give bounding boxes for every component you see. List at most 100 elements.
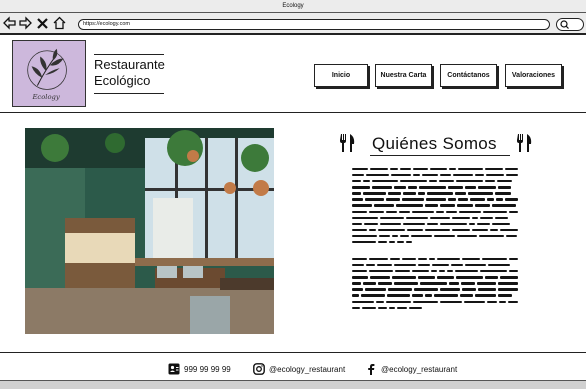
placeholder-word bbox=[352, 228, 367, 232]
placeholder-paragraph bbox=[352, 256, 520, 311]
placeholder-word bbox=[508, 300, 518, 303]
facebook-contact[interactable]: @ecology_restaurant bbox=[365, 363, 457, 375]
placeholder-word bbox=[378, 240, 387, 244]
placeholder-word bbox=[500, 228, 518, 232]
brand-name-line1: Restaurante bbox=[94, 57, 165, 72]
phone-number: 999 99 99 99 bbox=[184, 364, 231, 374]
placeholder-word bbox=[392, 234, 398, 238]
nav-inicio-button[interactable]: Inicio bbox=[314, 64, 368, 87]
placeholder-word bbox=[440, 204, 455, 207]
home-icon[interactable] bbox=[53, 16, 66, 30]
placeholder-word bbox=[390, 167, 398, 171]
placeholder-word bbox=[440, 222, 467, 226]
placeholder-word bbox=[436, 210, 444, 213]
placeholder-word bbox=[412, 294, 423, 297]
site-logo[interactable]: Ecology bbox=[12, 40, 86, 107]
placeholder-word bbox=[352, 210, 367, 213]
placeholder-word bbox=[394, 263, 416, 267]
placeholder-word bbox=[352, 192, 361, 195]
placeholder-word bbox=[377, 263, 392, 267]
placeholder-word bbox=[440, 288, 460, 291]
placeholder-word bbox=[409, 306, 422, 309]
placeholder-word bbox=[352, 306, 360, 309]
placeholder-word bbox=[408, 186, 417, 189]
svg-text:Ecology: Ecology bbox=[31, 93, 59, 101]
placeholder-word bbox=[352, 240, 376, 244]
placeholder-word bbox=[386, 210, 397, 213]
cutlery-icon bbox=[336, 132, 358, 154]
facebook-icon bbox=[368, 364, 375, 375]
placeholder-word bbox=[422, 173, 438, 177]
placeholder-word bbox=[426, 198, 446, 201]
instagram-icon bbox=[253, 363, 265, 375]
placeholder-word bbox=[480, 270, 507, 273]
placeholder-word bbox=[370, 276, 390, 279]
instagram-handle: @ecology_restaurant bbox=[269, 364, 346, 374]
contact-card-icon bbox=[168, 363, 180, 375]
placeholder-word bbox=[418, 276, 435, 279]
nav-contactanos-button[interactable]: Contáctanos bbox=[440, 64, 497, 87]
placeholder-word bbox=[459, 210, 481, 213]
placeholder-word bbox=[482, 257, 507, 261]
placeholder-text-line bbox=[352, 305, 520, 311]
browser-toolbar: https://ecology.com bbox=[0, 13, 586, 35]
placeholder-word bbox=[458, 198, 468, 201]
placeholder-word bbox=[480, 216, 493, 219]
placeholder-word bbox=[363, 282, 376, 285]
brand-name-line2: Ecológico bbox=[94, 73, 151, 88]
phone-contact: 999 99 99 99 bbox=[168, 363, 231, 375]
placeholder-word bbox=[420, 282, 447, 285]
placeholder-word bbox=[457, 204, 473, 207]
forward-arrow-icon[interactable] bbox=[19, 16, 32, 30]
placeholder-word bbox=[366, 263, 375, 267]
placeholder-word bbox=[472, 228, 488, 232]
placeholder-word bbox=[352, 257, 367, 261]
section-title-underline bbox=[370, 155, 510, 156]
placeholder-word bbox=[509, 257, 518, 261]
placeholder-word bbox=[378, 228, 405, 232]
placeholder-word bbox=[449, 282, 459, 285]
placeholder-word bbox=[475, 204, 490, 207]
placeholder-word bbox=[497, 180, 512, 183]
close-icon[interactable] bbox=[36, 16, 49, 30]
url-bar[interactable]: https://ecology.com bbox=[78, 19, 550, 30]
placeholder-word bbox=[352, 167, 368, 171]
placeholder-word bbox=[352, 204, 372, 207]
nav-nuestra-carta-button[interactable]: Nuestra Carta bbox=[375, 64, 432, 87]
browser-search-field[interactable] bbox=[556, 18, 584, 31]
placeholder-word bbox=[492, 204, 516, 207]
placeholder-word bbox=[448, 186, 463, 189]
instagram-contact[interactable]: @ecology_restaurant bbox=[253, 363, 345, 375]
cutlery-icon bbox=[513, 132, 535, 154]
placeholder-word bbox=[389, 306, 395, 309]
placeholder-word bbox=[370, 167, 388, 171]
placeholder-word bbox=[413, 167, 428, 171]
placeholder-word bbox=[352, 198, 363, 201]
placeholder-word bbox=[429, 257, 435, 261]
placeholder-word bbox=[496, 198, 503, 201]
placeholder-word bbox=[352, 294, 359, 297]
back-arrow-icon[interactable] bbox=[3, 16, 16, 30]
placeholder-word bbox=[352, 288, 363, 291]
placeholder-word bbox=[509, 210, 518, 213]
placeholder-word bbox=[352, 276, 368, 279]
placeholder-word bbox=[439, 270, 445, 273]
placeholder-word bbox=[395, 270, 410, 273]
placeholder-word bbox=[437, 257, 460, 261]
placeholder-word bbox=[365, 198, 384, 201]
placeholder-word bbox=[456, 276, 483, 279]
placeholder-word bbox=[403, 192, 416, 195]
nav-valoraciones-button[interactable]: Valoraciones bbox=[505, 64, 562, 87]
placeholder-word bbox=[352, 270, 367, 273]
placeholder-word bbox=[388, 288, 412, 291]
placeholder-word bbox=[495, 192, 511, 195]
placeholder-word bbox=[430, 167, 447, 171]
brand-bottom-line bbox=[94, 93, 164, 94]
placeholder-word bbox=[413, 173, 420, 177]
placeholder-word bbox=[505, 167, 518, 171]
placeholder-word bbox=[352, 263, 364, 267]
placeholder-word bbox=[462, 257, 480, 261]
placeholder-word bbox=[477, 222, 490, 226]
placeholder-word bbox=[363, 192, 386, 195]
placeholder-word bbox=[425, 228, 450, 232]
